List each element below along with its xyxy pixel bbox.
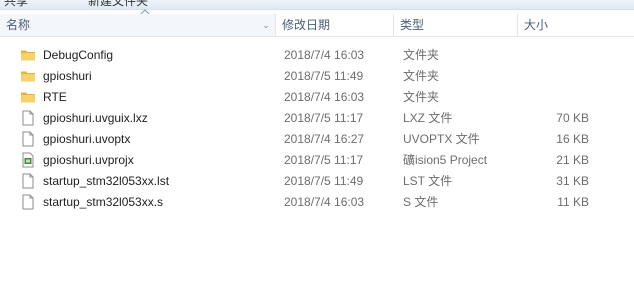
file-row[interactable]: RTE 2018/7/4 16:03 文件夹 <box>0 87 597 108</box>
column-header-name-label: 名称 <box>6 18 31 32</box>
file-row[interactable]: DebugConfig 2018/7/4 16:03 文件夹 <box>0 45 597 66</box>
column-header-row: 名称 ⌄ 修改日期 类型 大小 <box>0 14 634 37</box>
file-icon <box>22 194 34 210</box>
file-name: gpioshuri.uvguix.lxz <box>43 111 148 125</box>
file-size: 70 KB <box>556 111 589 125</box>
folder-icon <box>21 50 35 61</box>
folder-icon <box>21 92 35 103</box>
file-row[interactable]: gpioshuri.uvguix.lxz 2018/7/5 11:17 LXZ … <box>0 108 597 129</box>
file-type: UVOPTX 文件 <box>403 132 480 146</box>
file-date: 2018/7/5 11:17 <box>284 153 364 167</box>
file-name: DebugConfig <box>43 48 114 62</box>
file-size: 21 KB <box>556 153 589 167</box>
file-name: gpioshuri.uvoptx <box>43 132 131 146</box>
file-type: S 文件 <box>403 195 439 209</box>
file-row[interactable]: gpioshuri.uvprojx 2018/7/5 11:17 礦ision5… <box>0 150 597 171</box>
file-date: 2018/7/4 16:03 <box>284 48 365 62</box>
file-row[interactable]: gpioshuri 2018/7/5 11:49 文件夹 <box>0 66 597 87</box>
file-date: 2018/7/5 11:49 <box>284 174 364 188</box>
file-type: 文件夹 <box>403 69 440 83</box>
column-header-date[interactable]: 修改日期 <box>276 14 394 36</box>
toolbar-new-folder-button[interactable]: 新建文件夹 <box>88 0 148 9</box>
file-type: 文件夹 <box>403 48 440 62</box>
file-date: 2018/7/5 11:17 <box>284 111 364 125</box>
column-header-type-label: 类型 <box>400 18 425 32</box>
column-header-size[interactable]: 大小 <box>518 14 597 36</box>
file-date: 2018/7/4 16:27 <box>284 132 365 146</box>
file-type: LST 文件 <box>403 174 453 188</box>
file-row[interactable]: startup_stm32l053xx.lst 2018/7/5 11:49 L… <box>0 171 597 192</box>
file-type: 文件夹 <box>403 90 440 104</box>
file-size: 16 KB <box>556 132 589 146</box>
folder-icon <box>21 71 35 82</box>
chevron-down-icon[interactable]: ⌄ <box>259 15 273 35</box>
column-header-date-label: 修改日期 <box>282 18 331 32</box>
file-list: DebugConfig 2018/7/4 16:03 文件夹 gpioshuri… <box>0 45 634 213</box>
file-row[interactable]: startup_stm32l053xx.s 2018/7/4 16:03 S 文… <box>0 192 597 213</box>
file-size: 31 KB <box>556 174 589 188</box>
toolbar-share-button[interactable]: 共享 <box>4 0 28 9</box>
file-name: gpioshuri <box>43 69 92 83</box>
file-name: gpioshuri.uvprojx <box>43 153 134 167</box>
file-type: LXZ 文件 <box>403 111 453 125</box>
file-icon <box>22 173 34 189</box>
file-type: 礦ision5 Project <box>403 153 488 167</box>
column-header-size-label: 大小 <box>524 18 549 32</box>
file-size: 11 KB <box>557 195 589 209</box>
file-date: 2018/7/5 11:49 <box>284 69 364 83</box>
file-icon <box>22 110 34 126</box>
file-icon <box>22 131 34 147</box>
file-row[interactable]: gpioshuri.uvoptx 2018/7/4 16:27 UVOPTX 文… <box>0 129 597 150</box>
file-name: RTE <box>43 90 67 104</box>
toolbar: 共享 新建文件夹 <box>0 0 634 10</box>
file-date: 2018/7/4 16:03 <box>284 195 365 209</box>
uvision-project-icon <box>22 152 34 168</box>
column-header-type[interactable]: 类型 <box>394 14 518 36</box>
file-name: startup_stm32l053xx.lst <box>43 174 170 188</box>
file-date: 2018/7/4 16:03 <box>284 90 365 104</box>
file-name: startup_stm32l053xx.s <box>43 195 164 209</box>
column-header-name[interactable]: 名称 ⌄ <box>0 14 276 36</box>
